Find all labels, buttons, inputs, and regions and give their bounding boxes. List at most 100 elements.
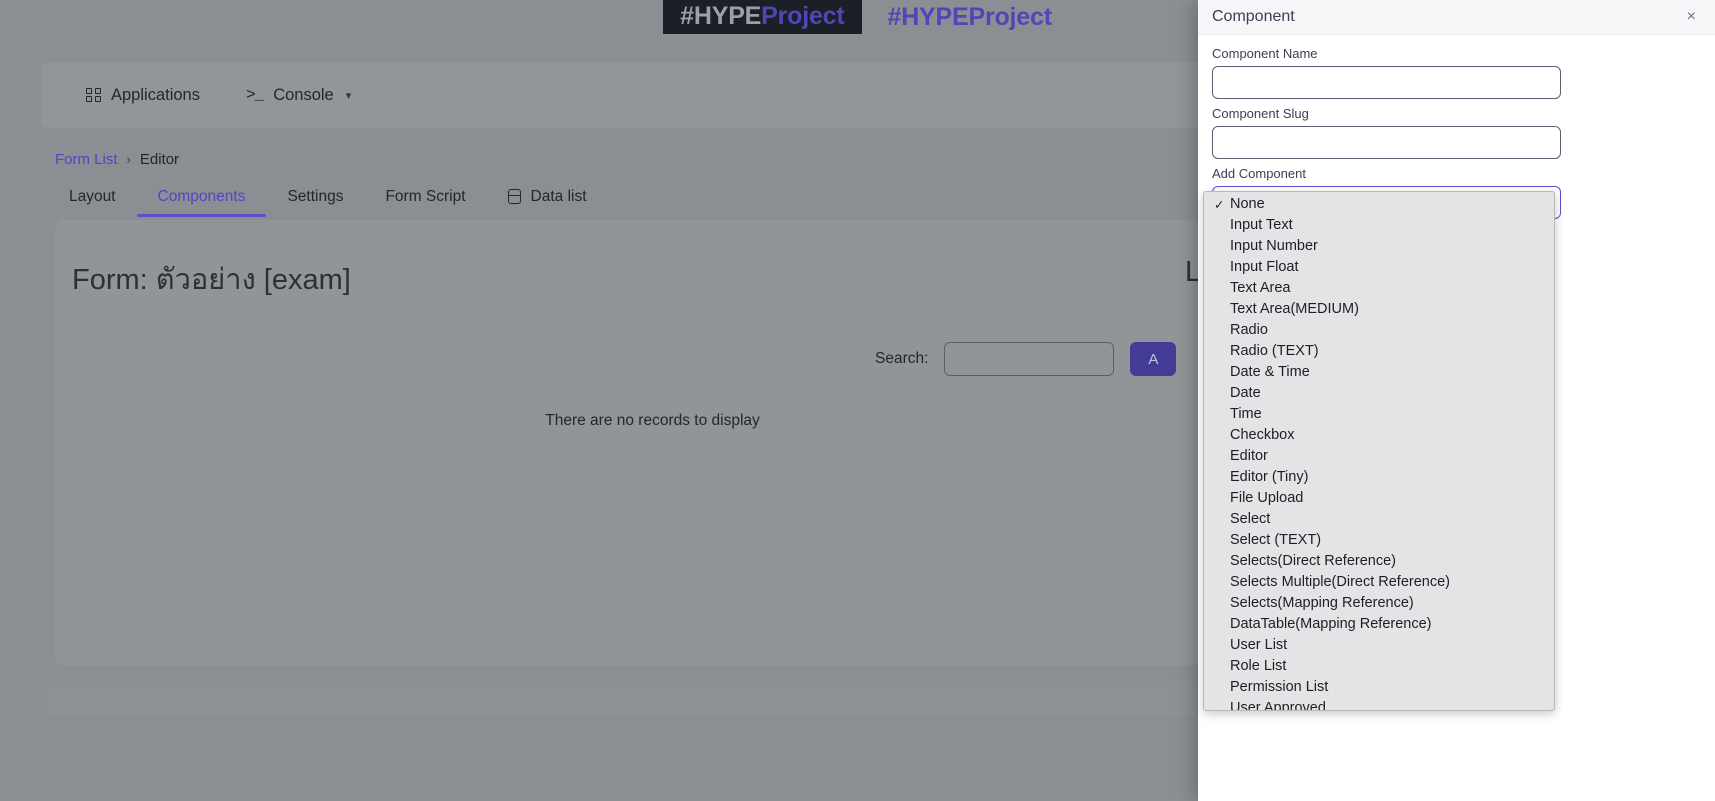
option-item[interactable]: ✓User List <box>1204 635 1554 656</box>
option-label: Input Number <box>1230 238 1318 255</box>
option-label: Input Text <box>1230 217 1293 234</box>
option-label: Time <box>1230 406 1262 423</box>
component-modal-title: Component <box>1212 8 1295 25</box>
check-icon-placeholder: ✓ <box>1214 512 1227 527</box>
option-item[interactable]: ✓Time <box>1204 404 1554 425</box>
option-item[interactable]: ✓Radio <box>1204 320 1554 341</box>
check-icon-placeholder: ✓ <box>1214 428 1227 443</box>
add-component-label: Add Component <box>1212 166 1306 181</box>
option-item[interactable]: ✓User Approved <box>1204 698 1554 711</box>
option-label: Selects(Mapping Reference) <box>1230 595 1414 612</box>
component-slug-field[interactable] <box>1212 126 1561 159</box>
page-title: Form: ตัวอย่าง [exam] <box>72 264 351 296</box>
check-icon-placeholder: ✓ <box>1214 491 1227 506</box>
add-button[interactable]: A <box>1130 342 1177 376</box>
option-item[interactable]: ✓Editor (Tiny) <box>1204 467 1554 488</box>
option-label: Input Float <box>1230 259 1299 276</box>
component-name-field[interactable] <box>1212 66 1561 99</box>
option-label: Role List <box>1230 658 1287 675</box>
tab-data-list-label: Data list <box>530 187 587 205</box>
option-label: File Upload <box>1230 490 1304 507</box>
option-item[interactable]: ✓Selects Multiple(Direct Reference) <box>1204 572 1554 593</box>
check-icon-placeholder: ✓ <box>1214 260 1227 275</box>
option-item[interactable]: ✓Editor <box>1204 446 1554 467</box>
option-item[interactable]: ✓Role List <box>1204 656 1554 677</box>
option-label: Text Area <box>1230 280 1291 297</box>
tab-layout-label: Layout <box>69 187 116 205</box>
check-icon-placeholder: ✓ <box>1214 323 1227 338</box>
add-component-option-list[interactable]: ✓None✓Input Text✓Input Number✓Input Floa… <box>1203 191 1555 711</box>
option-item[interactable]: ✓Radio (TEXT) <box>1204 341 1554 362</box>
check-icon-placeholder: ✓ <box>1214 575 1227 590</box>
check-icon-placeholder: ✓ <box>1214 554 1227 569</box>
close-icon[interactable]: × <box>1685 9 1698 25</box>
option-item[interactable]: ✓Date <box>1204 383 1554 404</box>
option-label: User Approved <box>1230 700 1326 711</box>
option-item[interactable]: ✓Text Area(MEDIUM) <box>1204 299 1554 320</box>
check-icon-placeholder: ✓ <box>1214 659 1227 674</box>
tab-settings[interactable]: Settings <box>266 187 364 218</box>
option-item[interactable]: ✓Checkbox <box>1204 425 1554 446</box>
check-icon-placeholder: ✓ <box>1214 701 1227 710</box>
option-label: Date & Time <box>1230 364 1310 381</box>
option-label: Radio (TEXT) <box>1230 343 1319 360</box>
tab-components[interactable]: Components <box>136 188 267 218</box>
option-item[interactable]: ✓Date & Time <box>1204 362 1554 383</box>
component-name-label: Component Name <box>1212 46 1318 61</box>
option-item[interactable]: ✓Text Area <box>1204 278 1554 299</box>
search-row: Search: A <box>875 342 1177 376</box>
option-label: Date <box>1230 385 1261 402</box>
component-modal-body: Component Name Component Slug Add Compon… <box>1198 35 1715 711</box>
option-item[interactable]: ✓File Upload <box>1204 488 1554 509</box>
option-label: Editor (Tiny) <box>1230 469 1309 486</box>
option-item[interactable]: ✓Selects(Mapping Reference) <box>1204 593 1554 614</box>
nav-item-applications[interactable]: Applications <box>86 86 200 105</box>
option-label: Selects Multiple(Direct Reference) <box>1230 574 1450 591</box>
breadcrumb-form-list-link[interactable]: Form List <box>55 151 118 168</box>
option-item[interactable]: ✓Permission List <box>1204 677 1554 698</box>
option-item[interactable]: ✓Input Float <box>1204 257 1554 278</box>
option-item[interactable]: ✓Select <box>1204 509 1554 530</box>
check-icon: ✓ <box>1214 198 1225 212</box>
search-input[interactable] <box>944 342 1115 376</box>
console-prompt-icon: >_ <box>245 86 264 104</box>
breadcrumb: Form List › Editor <box>55 151 179 168</box>
nav-item-console[interactable]: >_ Console ▾ <box>246 86 351 105</box>
option-item[interactable]: ✓Selects(Direct Reference) <box>1204 551 1554 572</box>
option-item[interactable]: ✓ None <box>1204 194 1554 215</box>
tab-layout[interactable]: Layout <box>55 187 137 218</box>
option-label: None <box>1230 196 1265 213</box>
tab-data-list[interactable]: Data list <box>487 187 608 218</box>
option-label: Permission List <box>1230 679 1329 696</box>
component-modal: Component × Component Name Component Slu… <box>1198 0 1715 801</box>
tab-settings-label: Settings <box>287 187 344 205</box>
nav-console-label: Console <box>273 85 334 104</box>
option-label: Selects(Direct Reference) <box>1230 553 1396 570</box>
check-icon-placeholder: ✓ <box>1214 218 1227 233</box>
option-item[interactable]: ✓DataTable(Mapping Reference) <box>1204 614 1554 635</box>
brand-logo-primary: #HYPE <box>680 1 762 30</box>
breadcrumb-current: Editor <box>139 151 180 168</box>
check-icon-placeholder: ✓ <box>1214 680 1227 695</box>
check-icon-placeholder: ✓ <box>1214 617 1227 632</box>
component-slug-label: Component Slug <box>1212 106 1309 121</box>
option-label: Radio <box>1230 322 1268 339</box>
option-label: Select <box>1230 511 1271 528</box>
option-label: Text Area(MEDIUM) <box>1230 301 1359 318</box>
option-label: Editor <box>1230 448 1268 465</box>
option-item[interactable]: ✓Input Number <box>1204 236 1554 257</box>
search-label: Search: <box>875 350 929 367</box>
option-label: Checkbox <box>1230 427 1295 444</box>
tab-form-script[interactable]: Form Script <box>364 188 486 218</box>
option-label: DataTable(Mapping Reference) <box>1230 616 1432 633</box>
chevron-down-icon: ▾ <box>345 89 352 102</box>
check-icon-placeholder: ✓ <box>1214 302 1227 317</box>
check-icon-placeholder: ✓ <box>1214 365 1227 380</box>
option-item[interactable]: ✓Input Text <box>1204 215 1554 236</box>
grid-icon <box>86 87 101 103</box>
component-modal-header: Component × <box>1198 0 1715 35</box>
check-icon-placeholder: ✓ <box>1214 386 1227 401</box>
option-item[interactable]: ✓Select (TEXT) <box>1204 530 1554 551</box>
check-icon-placeholder: ✓ <box>1214 344 1227 359</box>
check-icon-placeholder: ✓ <box>1214 407 1227 422</box>
